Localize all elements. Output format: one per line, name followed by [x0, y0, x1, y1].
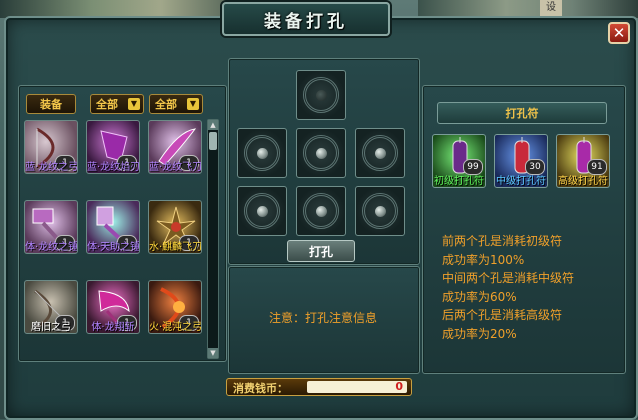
item-label: 蓝·龙纹之弓 — [25, 162, 77, 173]
socket-hole-1 — [237, 128, 287, 178]
socket-icon — [362, 193, 398, 229]
window-title: 装备打孔 — [264, 11, 348, 32]
item-label: 水·麒麟飞刀 — [149, 242, 201, 253]
rune-label: 高级打孔符 — [558, 176, 608, 187]
info-line: 成功率为60% — [442, 289, 517, 304]
info-line: 成功率为20% — [442, 326, 517, 341]
socket-hole-3 — [355, 128, 405, 178]
scroll-up-icon[interactable]: ▲ — [208, 120, 218, 130]
info-line: 成功率为100% — [442, 252, 525, 267]
window-title-plate: 装备打孔 — [222, 2, 390, 36]
equipment-filter-bar: 装备 全部 ▼ 全部 ▼ — [26, 94, 226, 114]
cost-bar: 消费钱币： 0 — [226, 378, 412, 396]
chevron-down-icon: ▼ — [128, 98, 140, 110]
rune-label: 中级打孔符 — [496, 176, 546, 187]
rune-slot-basic[interactable]: 99 初级打孔符 — [432, 134, 486, 188]
item-label: 火·混沌之弓 — [149, 322, 201, 333]
target-equipment-slot[interactable] — [296, 70, 346, 120]
item-label: 体·龙纹之锤 — [25, 242, 77, 253]
info-line: 前两个孔是消耗初级符 — [442, 234, 563, 248]
socket-icon — [303, 193, 339, 229]
scroll-thumb[interactable] — [209, 132, 217, 150]
chevron-down-icon: ▼ — [187, 98, 199, 110]
tab-equipment[interactable]: 装备 — [26, 94, 76, 114]
punch-button[interactable]: 打孔 — [287, 240, 355, 262]
notice-text: 注意：打孔注意信息 — [268, 311, 377, 325]
equipment-slot[interactable]: 1 火·混沌之弓 — [148, 280, 202, 334]
item-label: 体·龙翔斩 — [91, 322, 135, 333]
socket-hole-6 — [355, 186, 405, 236]
socket-icon — [244, 135, 280, 171]
equipment-slot[interactable]: 1 蓝·龙纹飞刀 — [148, 120, 202, 174]
equipment-slot[interactable]: 1 水·麒麟飞刀 — [148, 200, 202, 254]
rune-header: 打孔符 — [437, 102, 607, 124]
filter-dropdown-2-label: 全部 — [155, 98, 177, 111]
cost-value-box: 0 — [307, 380, 407, 393]
filter-dropdown-1[interactable]: 全部 ▼ — [90, 94, 144, 114]
socket-icon — [244, 193, 280, 229]
info-line: 后两个孔是消耗高级符 — [442, 308, 563, 322]
filter-dropdown-1-label: 全部 — [96, 98, 118, 111]
empty-slot-icon — [303, 77, 339, 113]
cost-value: 0 — [395, 380, 403, 393]
item-label: 体·天助之锤 — [87, 242, 139, 253]
equipment-slot[interactable]: 1 体·天助之锤 — [86, 200, 140, 254]
socket-hole-4 — [237, 186, 287, 236]
equipment-slot[interactable]: 1 蓝·龙纹焰刃 — [86, 120, 140, 174]
info-line: 中间两个孔是消耗中级符 — [442, 271, 575, 285]
rune-slot-medium[interactable]: 30 中级打孔符 — [494, 134, 548, 188]
equipment-slot[interactable]: 1 体·龙纹之锤 — [24, 200, 78, 254]
item-label: 蓝·龙纹焰刃 — [87, 162, 139, 173]
equipment-slot[interactable]: 1 蓝·龙纹之弓 — [24, 120, 78, 174]
equipment-slot[interactable]: 1 体·龙翔斩 — [86, 280, 140, 334]
filter-dropdown-2[interactable]: 全部 ▼ — [149, 94, 203, 114]
item-label: 蓝·龙纹飞刀 — [149, 162, 201, 173]
success-rate-info: 前两个孔是消耗初级符 成功率为100% 中间两个孔是消耗中级符 成功率为60% … — [442, 232, 574, 343]
rune-slot-advanced[interactable]: 91 高级打孔符 — [556, 134, 610, 188]
socket-icon — [362, 135, 398, 171]
background-sign: 设 — [540, 0, 562, 16]
socket-hole-2 — [296, 128, 346, 178]
close-button[interactable]: ✕ — [608, 22, 630, 44]
socket-hole-5 — [296, 186, 346, 236]
socket-icon — [303, 135, 339, 171]
item-label: 磨旧之弓 — [31, 322, 71, 333]
scroll-down-icon[interactable]: ▼ — [208, 348, 218, 358]
equipment-scrollbar[interactable]: ▲ ▼ — [207, 119, 219, 359]
equipment-slot[interactable]: 1 磨旧之弓 — [24, 280, 78, 334]
cost-label: 消费钱币： — [233, 382, 288, 395]
rune-label: 初级打孔符 — [434, 176, 484, 187]
